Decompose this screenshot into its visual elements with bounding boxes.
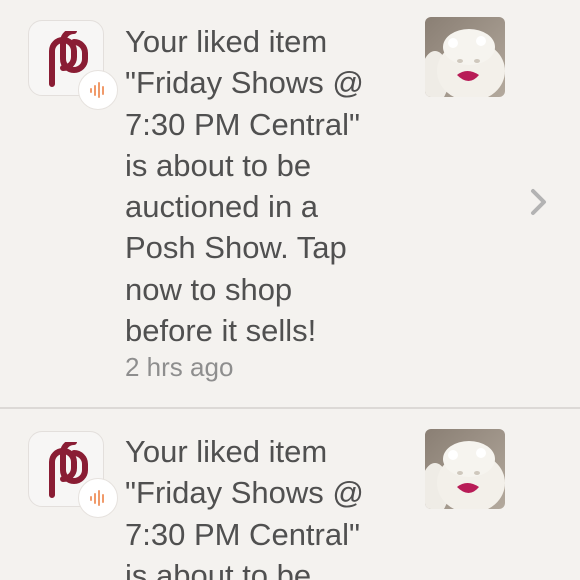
item-thumbnail[interactable]	[425, 429, 505, 509]
notification-message: Your liked item "Friday Shows @ 7:30 PM …	[125, 434, 364, 580]
notification-feed: Your liked item "Friday Shows @ 7:30 PM …	[0, 0, 580, 580]
posh-show-audio-icon	[78, 70, 118, 110]
notification-item[interactable]: Your liked item "Friday Shows @ 7:30 PM …	[0, 409, 580, 580]
chevron-right-icon[interactable]	[528, 187, 550, 217]
notification-item[interactable]: Your liked item "Friday Shows @ 7:30 PM …	[0, 0, 580, 407]
notification-message: Your liked item "Friday Shows @ 7:30 PM …	[125, 24, 364, 349]
posh-show-audio-icon	[78, 478, 118, 518]
item-thumbnail[interactable]	[425, 17, 505, 97]
notification-timestamp: 2 hrs ago	[125, 352, 234, 382]
